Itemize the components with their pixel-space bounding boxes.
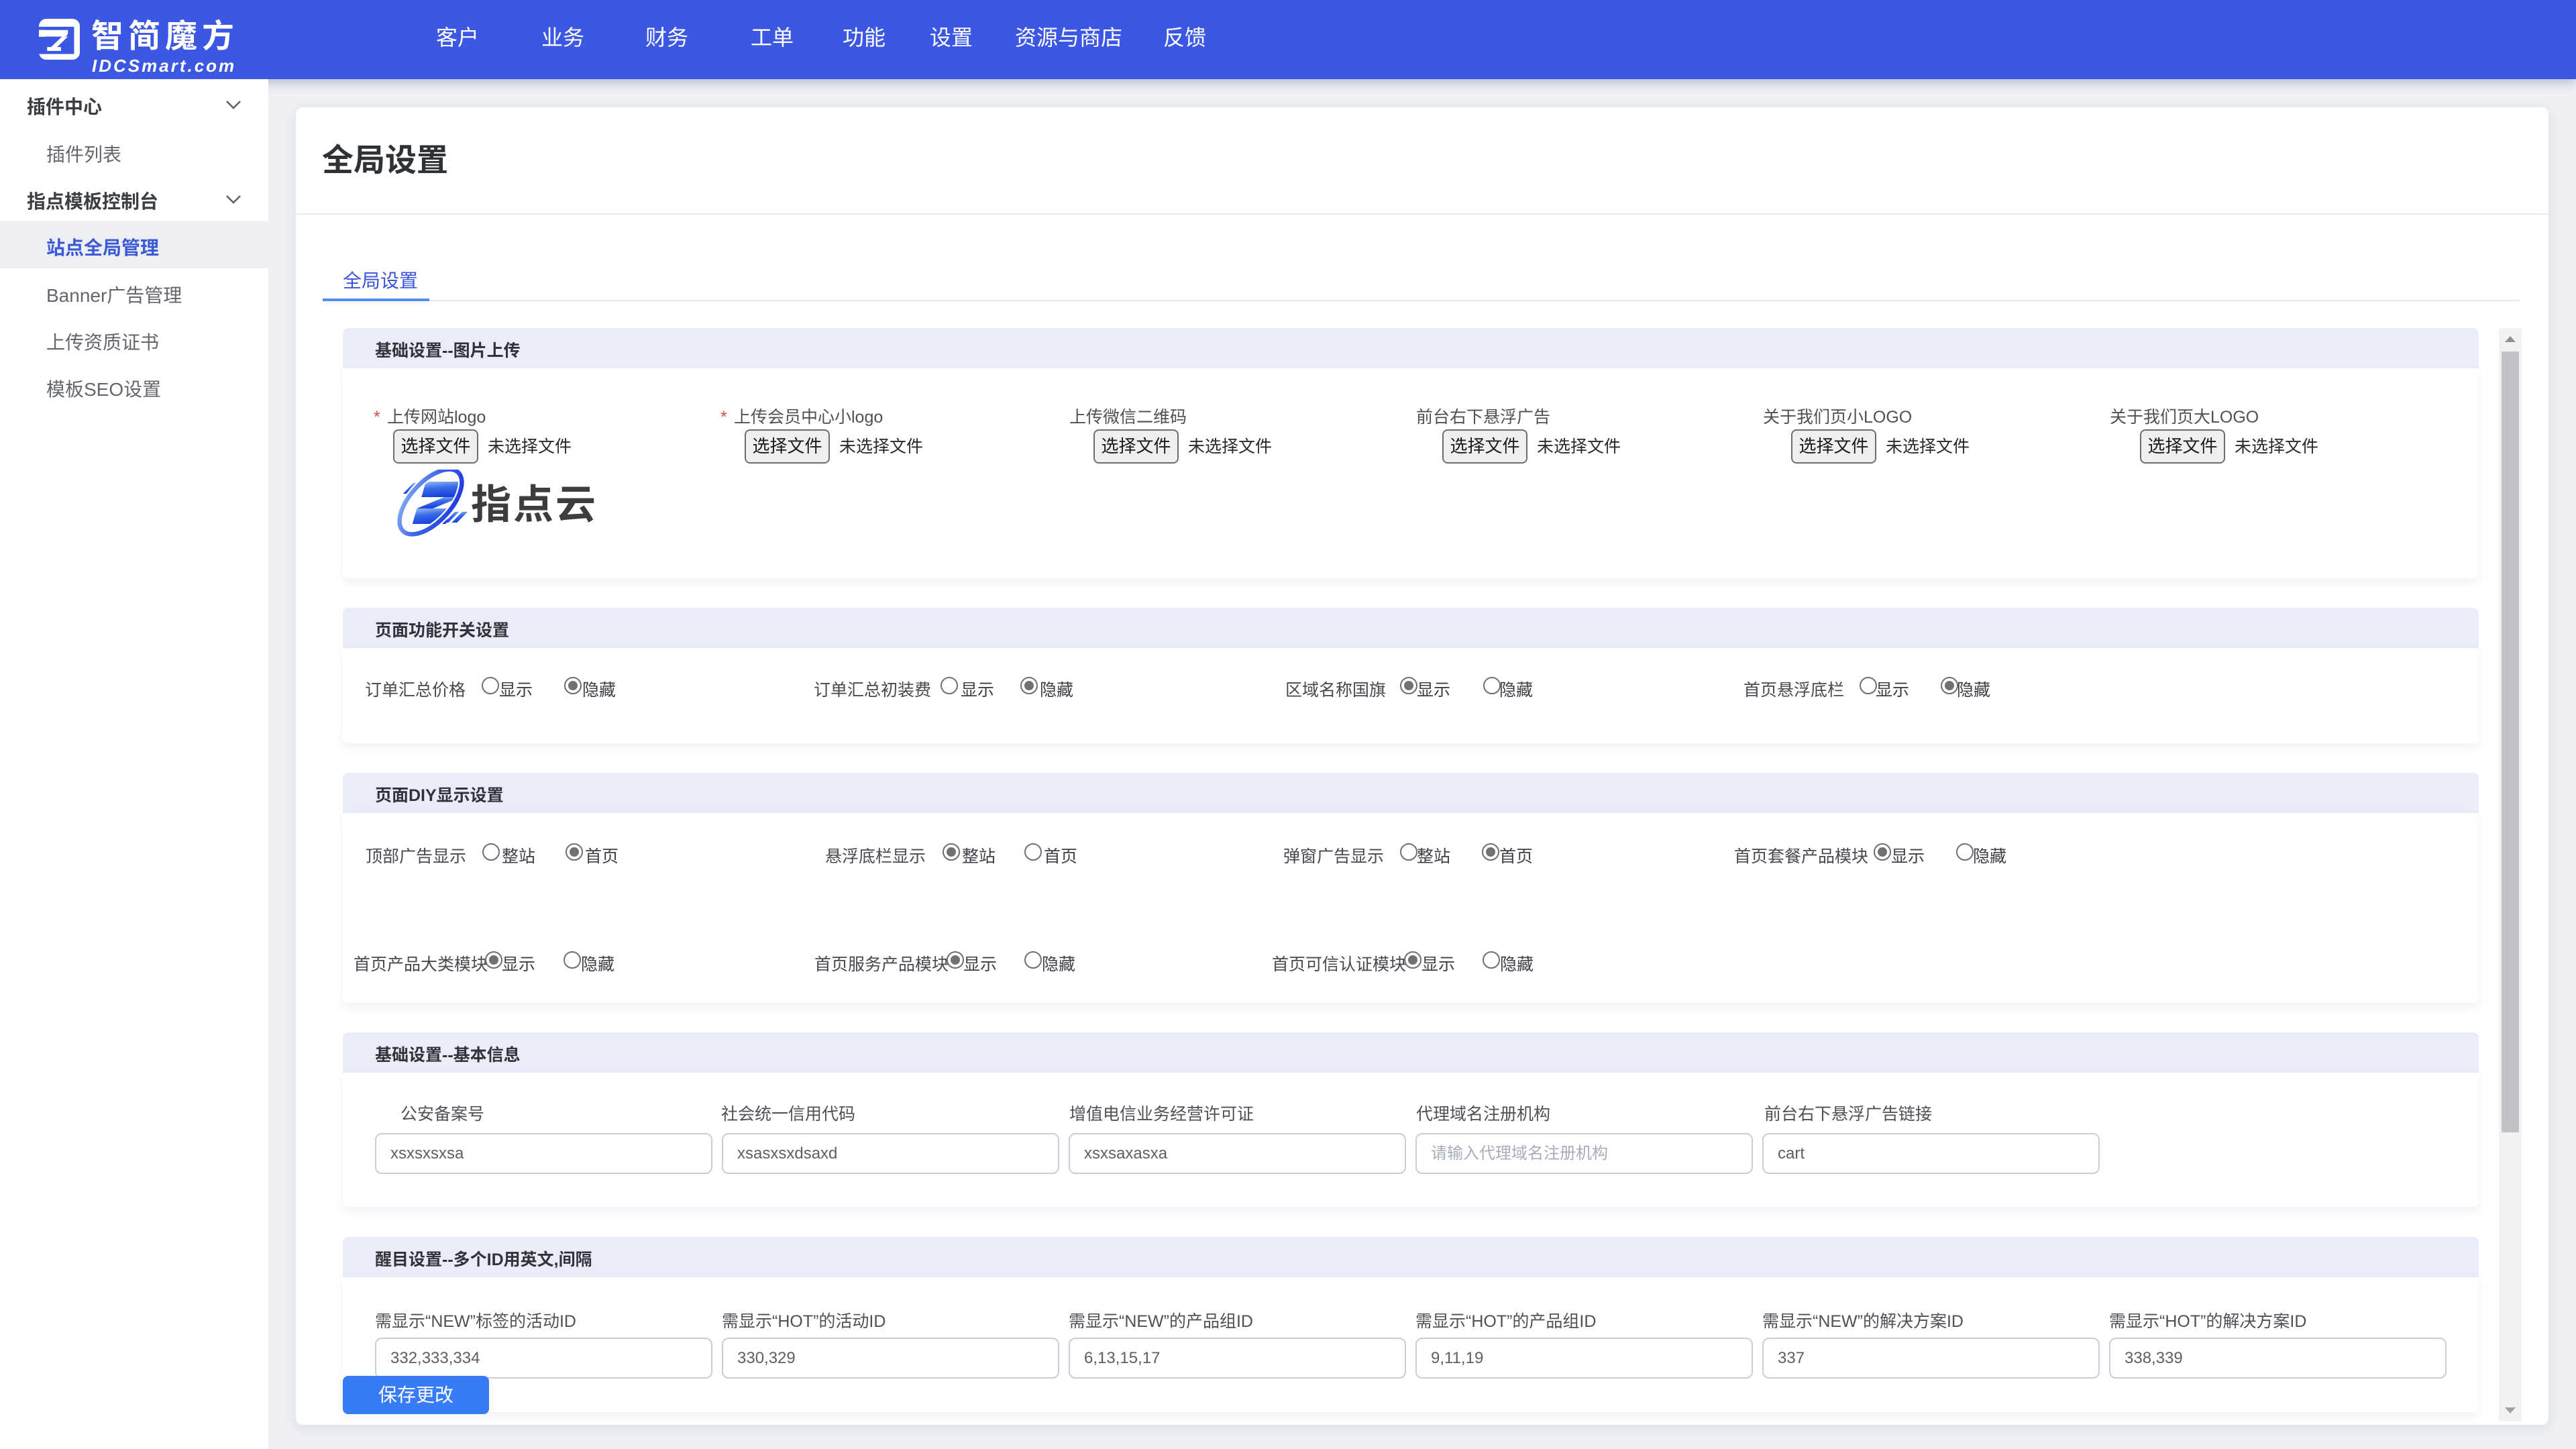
svg-text:指点云: 指点云 (471, 472, 598, 531)
